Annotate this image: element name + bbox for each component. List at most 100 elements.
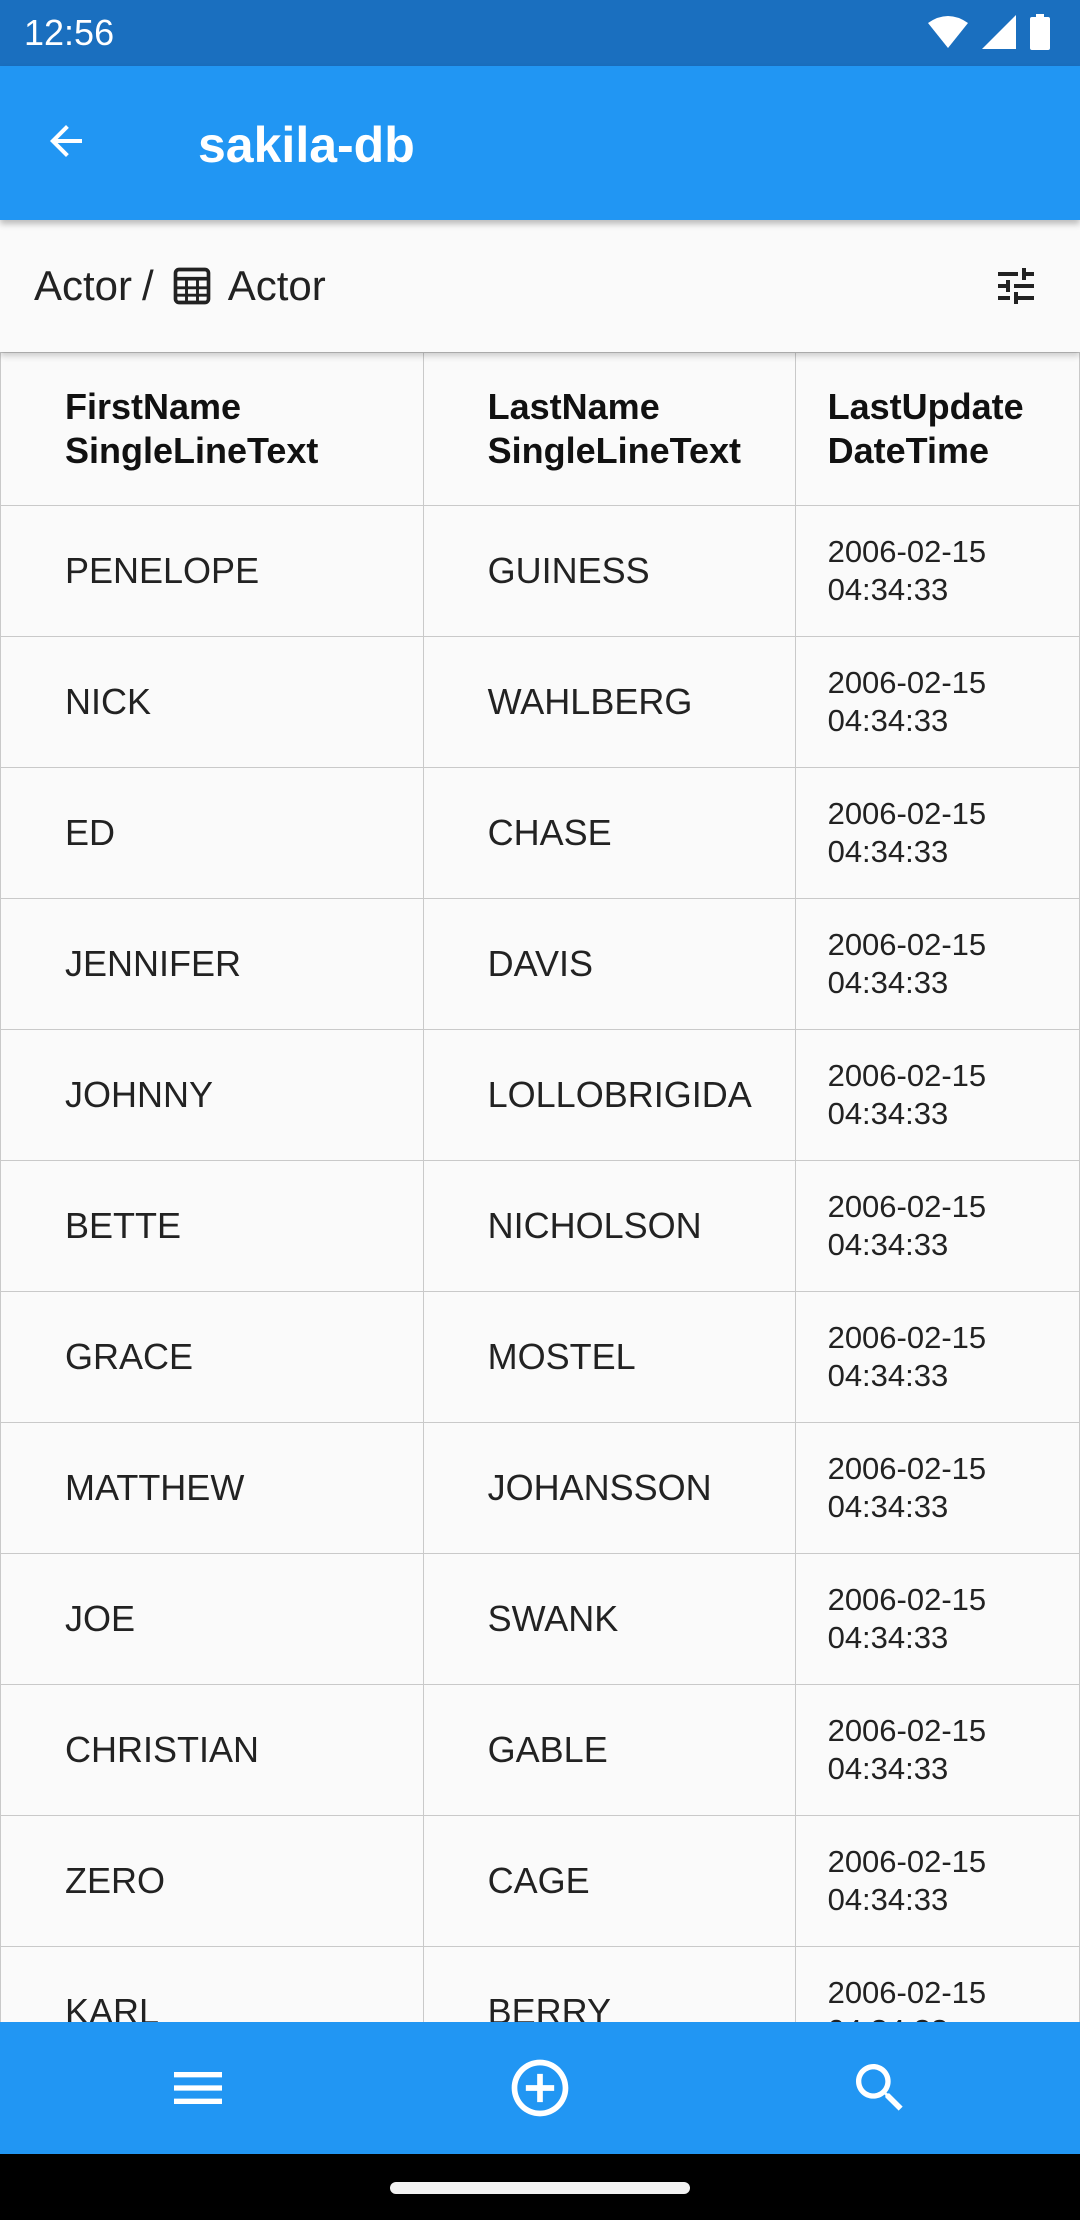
cell-lastupdate[interactable]: 2006-02-1504:34:33 — [794, 505, 1080, 637]
breadcrumb-current: Actor — [227, 262, 326, 309]
column-header-lastname[interactable]: LastName SingleLineText — [422, 352, 796, 506]
cell-lastname[interactable]: CAGE — [422, 1815, 796, 1947]
cell-lastupdate[interactable]: 2006-02-1504:34:33 — [794, 767, 1080, 899]
cell-lastname[interactable]: DAVIS — [422, 898, 796, 1030]
cell-lastupdate[interactable]: 2006-02-1504:34:33 — [794, 636, 1080, 768]
cell-date: 2006-02-15 — [827, 1058, 987, 1093]
cell-firstname[interactable]: ED — [0, 767, 424, 899]
breadcrumb-separator: / — [142, 262, 154, 309]
table-row[interactable]: GRACE MOSTEL 2006-02-15 04:34:33 — [0, 1291, 1080, 1423]
cell-time: 04:34:33 — [827, 1227, 949, 1262]
table-row[interactable]: BETTE NICHOLSON 2006-02-15 04:34:33 — [0, 1160, 1080, 1292]
cell-firstname[interactable]: GRACE — [0, 1291, 424, 1423]
cell-date: 2006-02-15 — [827, 534, 987, 569]
search-button[interactable] — [848, 2058, 912, 2122]
cell-lastupdate[interactable]: 2006-02-1504:34:33 — [794, 1946, 1080, 2022]
app-title: sakila-db — [198, 117, 415, 173]
cell-date: 2006-02-15 — [827, 927, 987, 962]
cell-date: 2006-02-15 — [827, 1451, 987, 1486]
cell-lastname[interactable]: NICHOLSON — [422, 1160, 796, 1292]
table-row[interactable]: MATTHEW JOHANSSON 2006-02-15 04:34:33 — [0, 1422, 1080, 1554]
menu-icon — [166, 2056, 230, 2125]
arrow-back-icon — [42, 117, 90, 170]
table-row[interactable]: ZERO CAGE 2006-02-15 04:34:33 — [0, 1815, 1080, 1947]
cell-lastname[interactable]: GABLE — [422, 1684, 796, 1816]
cell-lastname[interactable]: CHASE — [422, 767, 796, 899]
table-header-row: FirstName SingleLineText LastName Single… — [0, 352, 1080, 506]
cell-lastname[interactable]: LOLLOBRIGIDA — [422, 1029, 796, 1161]
cell-firstname[interactable]: BETTE — [0, 1160, 424, 1292]
cell-lastname[interactable]: JOHANSSON — [422, 1422, 796, 1554]
cell-time: 04:34:33 — [827, 1358, 949, 1393]
cell-firstname[interactable]: NICK — [0, 636, 424, 768]
data-table-container[interactable]: FirstName SingleLineText LastName Single… — [0, 352, 1080, 2022]
cell-firstname[interactable]: CHRISTIAN — [0, 1684, 424, 1816]
cell-lastupdate[interactable]: 2006-02-1504:34:33 — [794, 1422, 1080, 1554]
cell-firstname[interactable]: JENNIFER — [0, 898, 424, 1030]
cell-lastname[interactable]: SWANK — [422, 1553, 796, 1685]
breadcrumb-parent[interactable]: Actor — [34, 262, 132, 310]
cell-lastupdate[interactable]: 2006-02-1504:34:33 — [794, 1029, 1080, 1161]
status-icons — [928, 13, 1050, 54]
cell-lastname[interactable]: GUINESS — [422, 505, 796, 637]
cell-lastupdate[interactable]: 2006-02-1504:34:33 — [794, 1553, 1080, 1685]
cell-lastname[interactable]: MOSTEL — [422, 1291, 796, 1423]
cell-firstname[interactable]: JOE — [0, 1553, 424, 1685]
column-name: LastUpdate — [827, 386, 1024, 427]
cell-lastupdate[interactable]: 2006-02-1504:34:33 — [794, 898, 1080, 1030]
filter-button[interactable] — [988, 260, 1044, 316]
table-row[interactable]: JENNIFER DAVIS 2006-02-15 04:34:33 — [0, 898, 1080, 1030]
cell-firstname[interactable]: KARL — [0, 1946, 424, 2022]
data-table: FirstName SingleLineText LastName Single… — [0, 352, 1080, 2022]
cell-firstname[interactable]: PENELOPE — [0, 505, 424, 637]
column-type: SingleLineText — [65, 430, 319, 471]
table-row[interactable]: PENELOPE GUINESS 2006-02-15 04:34:33 — [0, 505, 1080, 637]
table-row[interactable]: KARL BERRY 2006-02-15 04:34:33 — [0, 1946, 1080, 2022]
signal-icon — [982, 14, 1016, 54]
grid-table-icon — [170, 264, 214, 308]
cell-lastupdate[interactable]: 2006-02-1504:34:33 — [794, 1684, 1080, 1816]
wifi-icon — [928, 15, 968, 54]
cell-time: 04:34:33 — [827, 965, 949, 1000]
cell-firstname[interactable]: JOHNNY — [0, 1029, 424, 1161]
app-bar: sakila-db — [0, 66, 1080, 220]
back-button[interactable] — [36, 113, 96, 173]
cell-lastupdate[interactable]: 2006-02-1504:34:33 — [794, 1160, 1080, 1292]
status-bar: 12:56 — [0, 0, 1080, 66]
table-row[interactable]: NICK WAHLBERG 2006-02-15 04:34:33 — [0, 636, 1080, 768]
table-row[interactable]: CHRISTIAN GABLE 2006-02-15 04:34:33 — [0, 1684, 1080, 1816]
table-row[interactable]: JOE SWANK 2006-02-15 04:34:33 — [0, 1553, 1080, 1685]
cell-time: 04:34:33 — [827, 1620, 949, 1655]
menu-button[interactable] — [166, 2058, 230, 2122]
cell-lastupdate[interactable]: 2006-02-1504:34:33 — [794, 1291, 1080, 1423]
cell-time: 04:34:33 — [827, 703, 949, 738]
cell-time: 04:34:33 — [827, 1096, 949, 1131]
system-navigation-bar — [0, 2154, 1080, 2220]
cell-date: 2006-02-15 — [827, 1713, 987, 1748]
cell-date: 2006-02-15 — [827, 1189, 987, 1224]
column-header-lastupdate[interactable]: LastUpdate DateTime — [794, 352, 1080, 506]
cell-date: 2006-02-15 — [827, 796, 987, 831]
breadcrumb: Actor / Actor — [34, 262, 326, 310]
tune-icon — [992, 262, 1040, 315]
home-gesture-handle[interactable] — [390, 2182, 690, 2194]
column-type: DateTime — [827, 430, 989, 471]
cell-lastname[interactable]: BERRY — [422, 1946, 796, 2022]
add-record-button[interactable] — [508, 2058, 572, 2122]
column-name: FirstName — [65, 386, 242, 427]
cell-time: 04:34:33 — [827, 1751, 949, 1786]
cell-date: 2006-02-15 — [827, 1844, 987, 1879]
cell-firstname[interactable]: MATTHEW — [0, 1422, 424, 1554]
cell-time: 04:34:33 — [827, 1489, 949, 1524]
column-name: LastName — [487, 386, 660, 427]
column-header-firstname[interactable]: FirstName SingleLineText — [0, 352, 424, 506]
table-row[interactable]: JOHNNY LOLLOBRIGIDA 2006-02-15 04:34:33 — [0, 1029, 1080, 1161]
cell-firstname[interactable]: ZERO — [0, 1815, 424, 1947]
cell-time: 04:34:33 — [827, 1882, 949, 1917]
cell-lastname[interactable]: WAHLBERG — [422, 636, 796, 768]
table-row[interactable]: ED CHASE 2006-02-15 04:34:33 — [0, 767, 1080, 899]
status-time: 12:56 — [24, 12, 115, 53]
search-icon — [848, 2056, 912, 2125]
bottom-action-bar — [0, 2022, 1080, 2154]
cell-lastupdate[interactable]: 2006-02-1504:34:33 — [794, 1815, 1080, 1947]
